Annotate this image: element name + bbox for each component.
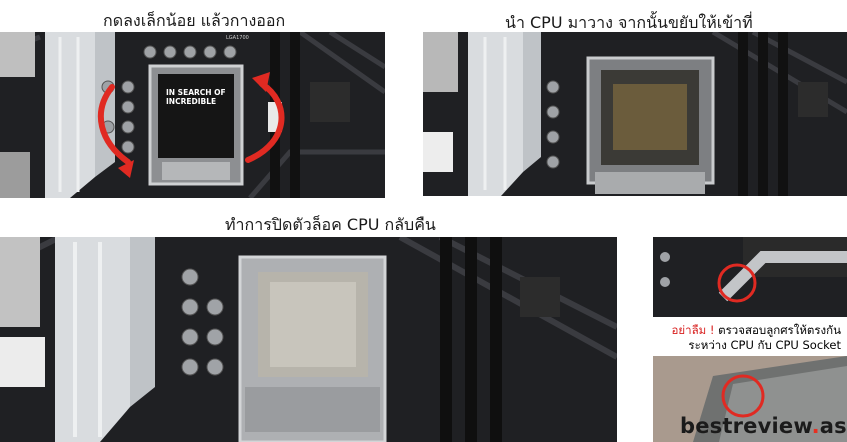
caption-step-3: ทำการปิดตัวล็อค CPU กลับคืน (225, 215, 436, 234)
photo-step-2 (423, 32, 847, 196)
caption-step-1: กดลงเล็กน้อย แล้วกางออก (103, 11, 286, 30)
photo-step-3 (0, 237, 617, 442)
watermark-tld: asia (819, 414, 847, 438)
photo-socket-arrow (653, 237, 847, 317)
watermark-name: bestreview (680, 414, 812, 438)
cover-line-2: INCREDIBLE (166, 97, 217, 106)
note-line-1-text: ตรวจสอบลูกศรให้ตรงกัน (714, 323, 841, 337)
note-line-2: ระหว่าง CPU กับ CPU Socket (688, 338, 841, 352)
cover-line-1: IN SEARCH OF (166, 88, 226, 97)
watermark: bestreview.asia (680, 414, 847, 438)
watermark-dot: . (811, 414, 820, 438)
note-line-1: อย่าลืม ! ตรวจสอบลูกศรให้ตรงกัน (672, 323, 842, 338)
photo-step-1: LGA1700 IN SEARCH OF INCREDIBLE (0, 32, 385, 198)
alignment-note: อย่าลืม ! ตรวจสอบลูกศรให้ตรงกัน ระหว่าง … (672, 323, 842, 353)
socket-label: LGA1700 (226, 35, 249, 41)
note-warning: อย่าลืม ! (671, 323, 715, 337)
protective-cover-text: IN SEARCH OF INCREDIBLE (166, 88, 228, 106)
